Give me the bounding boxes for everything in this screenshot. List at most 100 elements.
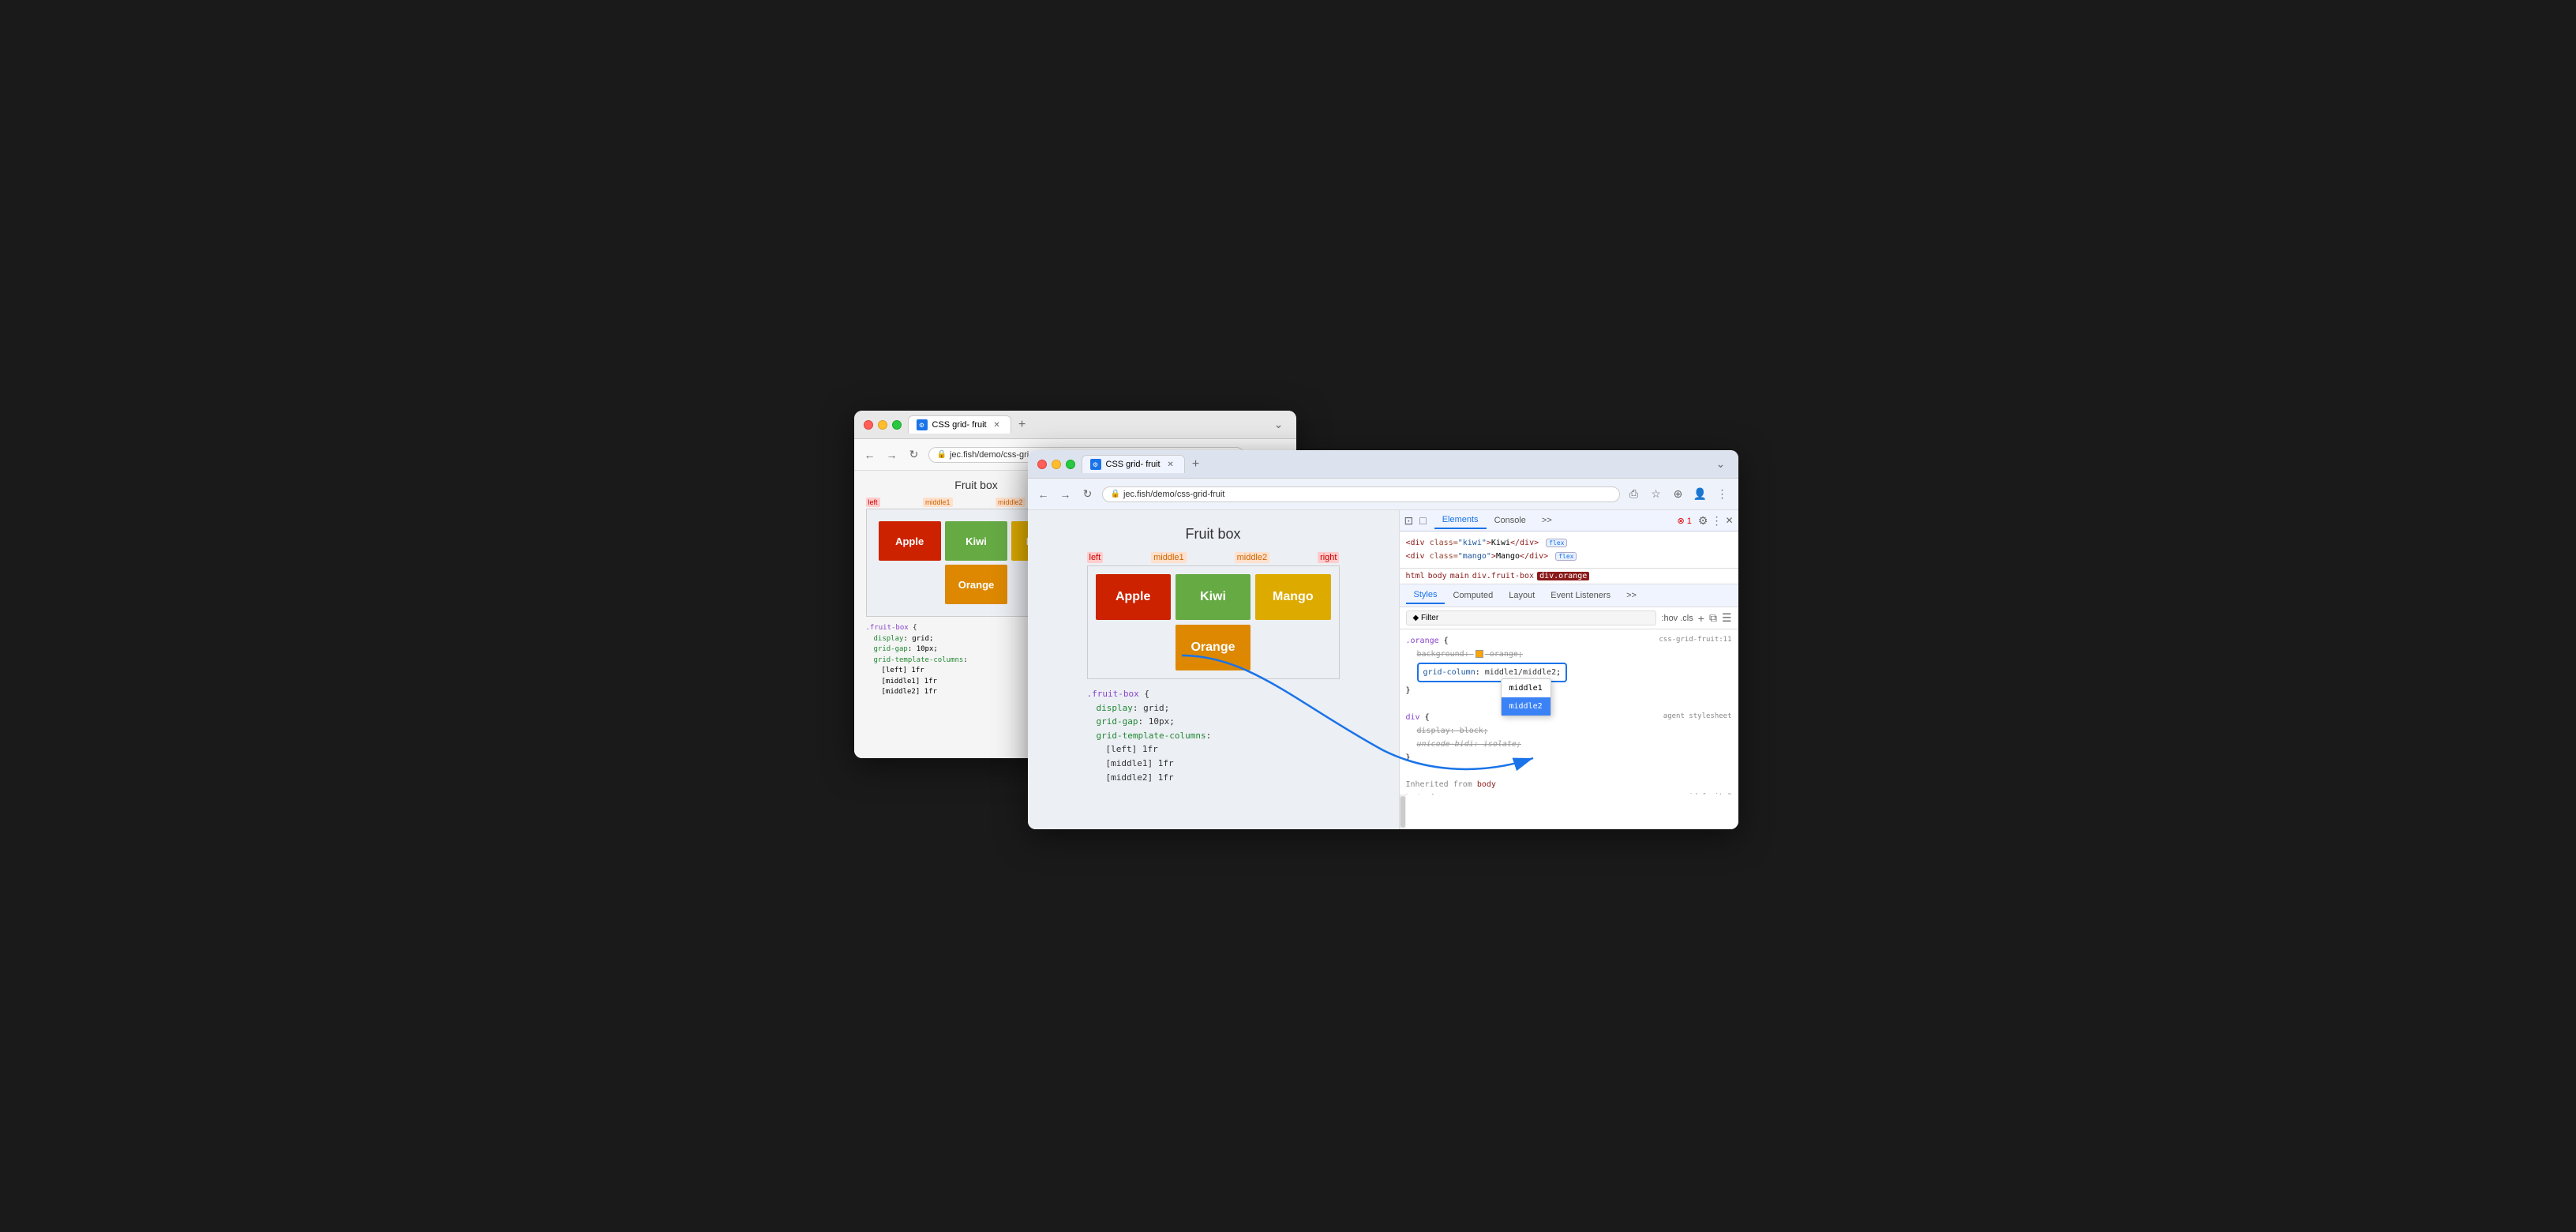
- minimize-button-1[interactable]: [878, 420, 887, 430]
- page-title-2: Fruit box: [1185, 526, 1240, 543]
- inspect-icon-2[interactable]: ⊡: [1404, 514, 1414, 528]
- tab-close-1[interactable]: ✕: [992, 419, 1003, 430]
- new-tab-button-1[interactable]: +: [1014, 417, 1030, 433]
- title-bar-2: ⚙ CSS grid- fruit ✕ + ⌄: [1028, 450, 1738, 479]
- apple-cell-2: Apple: [1096, 574, 1171, 620]
- new-tab-button-2[interactable]: +: [1188, 456, 1204, 472]
- styles-section-2: .orange { css-grid-fruit:11 background: …: [1400, 629, 1738, 794]
- tab-favicon-2: ⚙: [1090, 459, 1101, 470]
- maximize-button-1[interactable]: [892, 420, 902, 430]
- apple-cell-1: Apple: [879, 521, 941, 561]
- label-right-2: right: [1318, 552, 1339, 563]
- autocomplete-dropdown-2: middle1 middle2: [1501, 678, 1551, 716]
- tab-bar-2: ⚙ CSS grid- fruit ✕ +: [1082, 455, 1707, 473]
- minimize-button-2[interactable]: [1052, 460, 1061, 469]
- page-area-2: Fruit box left middle1 middle2 right App…: [1028, 510, 1399, 829]
- inherited-label-2: Inherited from body: [1406, 778, 1732, 791]
- tab-1[interactable]: ⚙ CSS grid- fruit ✕: [908, 415, 1011, 434]
- filter-bar-2: ◆ Filter :hov .cls + ⧉ ☰: [1400, 607, 1738, 629]
- tab-close-2[interactable]: ✕: [1165, 459, 1176, 470]
- back-button-1[interactable]: ←: [862, 447, 878, 463]
- tab-title-1: CSS grid- fruit: [932, 420, 987, 430]
- lock-icon-2: 🔒: [1111, 490, 1120, 498]
- devtools-panel-2: ⊡ □ Elements Console >> ⊗ 1 ⚙ ⋮ ✕ <div c…: [1399, 510, 1738, 829]
- mango-cell-2: Mango: [1255, 574, 1330, 620]
- tab-bar-1: ⚙ CSS grid- fruit ✕ +: [908, 415, 1265, 434]
- close-devtools-2[interactable]: ✕: [1725, 515, 1733, 526]
- scrollbar-thumb-2[interactable]: [1400, 796, 1405, 828]
- bc-body-2[interactable]: body: [1428, 572, 1447, 580]
- screenshot-container: ⚙ CSS grid- fruit ✕ + ⌄ ← → ↻ 🔒 jec.fish…: [854, 411, 1723, 821]
- forward-button-2[interactable]: →: [1058, 486, 1074, 502]
- label-middle1-2: middle1: [1151, 552, 1187, 563]
- lock-icon-1: 🔒: [937, 450, 947, 459]
- refresh-button-2[interactable]: ↻: [1080, 486, 1096, 502]
- label-middle1-1: middle1: [923, 498, 953, 507]
- toggle-sidebar-2[interactable]: ☰: [1722, 611, 1732, 625]
- more-tabs-2[interactable]: >>: [1534, 513, 1560, 528]
- label-middle2-1: middle2: [996, 498, 1026, 507]
- styles-tab-2[interactable]: Styles: [1406, 587, 1445, 604]
- tab-title-2: CSS grid- fruit: [1106, 460, 1161, 469]
- filter-input-2[interactable]: ◆ Filter: [1406, 610, 1657, 625]
- title-bar-1: ⚙ CSS grid- fruit ✕ + ⌄: [854, 411, 1296, 439]
- page-title-1: Fruit box: [954, 479, 997, 491]
- back-button-2[interactable]: ←: [1036, 486, 1052, 502]
- dom-mango-2: <div class="mango">Mango</div> flex: [1406, 550, 1732, 563]
- bookmark-button-2[interactable]: ☆: [1648, 486, 1664, 502]
- browser-window-2: ⚙ CSS grid- fruit ✕ + ⌄ ← → ↻ 🔒 jec.fish…: [1028, 450, 1738, 829]
- error-badge-2: ⊗ 1: [1677, 516, 1691, 526]
- traffic-lights-2: [1037, 460, 1075, 469]
- window-menu-1[interactable]: ⌄: [1271, 417, 1287, 433]
- css-grid-col-2: grid-column: middle1/middle2; middle1 mi…: [1406, 661, 1732, 684]
- url-box-2[interactable]: 🔒 jec.fish/demo/css-grid-fruit: [1102, 486, 1620, 502]
- console-tab-2[interactable]: Console: [1487, 513, 1534, 528]
- bc-html-2[interactable]: html: [1406, 572, 1425, 580]
- dom-kiwi-2: <div class="kiwi">Kiwi</div> flex: [1406, 536, 1732, 550]
- refresh-button-1[interactable]: ↻: [906, 447, 922, 463]
- ac-middle2[interactable]: middle2: [1502, 697, 1550, 716]
- css-close-div-2: }: [1406, 751, 1732, 764]
- kiwi-cell-1: Kiwi: [945, 521, 1007, 561]
- scrollbar-2[interactable]: [1400, 794, 1406, 829]
- add-rule-2[interactable]: +: [1698, 612, 1704, 625]
- copy-styles-2[interactable]: ⧉: [1709, 611, 1717, 625]
- ac-middle1[interactable]: middle1: [1502, 679, 1550, 697]
- bc-orange-2[interactable]: div.orange: [1537, 572, 1589, 580]
- share-button-2[interactable]: ⊕: [1670, 486, 1686, 502]
- more-button-2[interactable]: ⋮: [1715, 486, 1730, 502]
- window-menu-2[interactable]: ⌄: [1713, 456, 1729, 472]
- extensions-icon-2[interactable]: ⎙: [1626, 486, 1642, 502]
- css-display-2: display: block;: [1406, 724, 1732, 738]
- browser-content-2: Fruit box left middle1 middle2 right App…: [1028, 510, 1738, 829]
- pseudo-states-2[interactable]: :hov .cls: [1661, 614, 1693, 623]
- elements-tab-2[interactable]: Elements: [1434, 512, 1487, 529]
- layout-tab-2[interactable]: Layout: [1501, 588, 1543, 603]
- device-icon-2[interactable]: □: [1419, 514, 1426, 527]
- more-styles-tabs-2[interactable]: >>: [1618, 588, 1644, 603]
- label-middle2-2: middle2: [1235, 552, 1270, 563]
- close-button-1[interactable]: [864, 420, 873, 430]
- css-div-2: div { agent stylesheet: [1406, 711, 1732, 724]
- breadcrumb-2: html body main div.fruit-box div.orange: [1400, 568, 1738, 584]
- forward-button-1[interactable]: →: [884, 447, 900, 463]
- event-listeners-tab-2[interactable]: Event Listeners: [1543, 588, 1618, 603]
- close-button-2[interactable]: [1037, 460, 1047, 469]
- more-icon-2[interactable]: ⋮: [1711, 514, 1722, 528]
- bc-main-2[interactable]: main: [1450, 572, 1469, 580]
- filter-diamond-2: ◆: [1413, 614, 1419, 622]
- orange-cell-1: Orange: [945, 565, 1007, 604]
- profile-icon-2[interactable]: 👤: [1693, 486, 1708, 502]
- bc-fruitbox-2[interactable]: div.fruit-box: [1472, 572, 1534, 580]
- label-left-1: left: [866, 498, 880, 507]
- devtools-toolbar-2: ⊡ □ Elements Console >> ⊗ 1 ⚙ ⋮ ✕: [1400, 510, 1738, 531]
- computed-tab-2[interactable]: Computed: [1445, 588, 1501, 603]
- tab-2[interactable]: ⚙ CSS grid- fruit ✕: [1082, 455, 1185, 473]
- address-bar-2: ← → ↻ 🔒 jec.fish/demo/css-grid-fruit ⎙ ☆…: [1028, 479, 1738, 510]
- maximize-button-2[interactable]: [1066, 460, 1075, 469]
- styles-tabs-2: Styles Computed Layout Event Listeners >…: [1400, 584, 1738, 607]
- settings-icon-2[interactable]: ⚙: [1698, 514, 1708, 528]
- kiwi-cell-2: Kiwi: [1176, 574, 1251, 620]
- css-unicode-2: unicode-bidi: isolate;: [1406, 738, 1732, 751]
- code-section-2: .fruit-box { display: grid; grid-gap: 10…: [1087, 687, 1340, 784]
